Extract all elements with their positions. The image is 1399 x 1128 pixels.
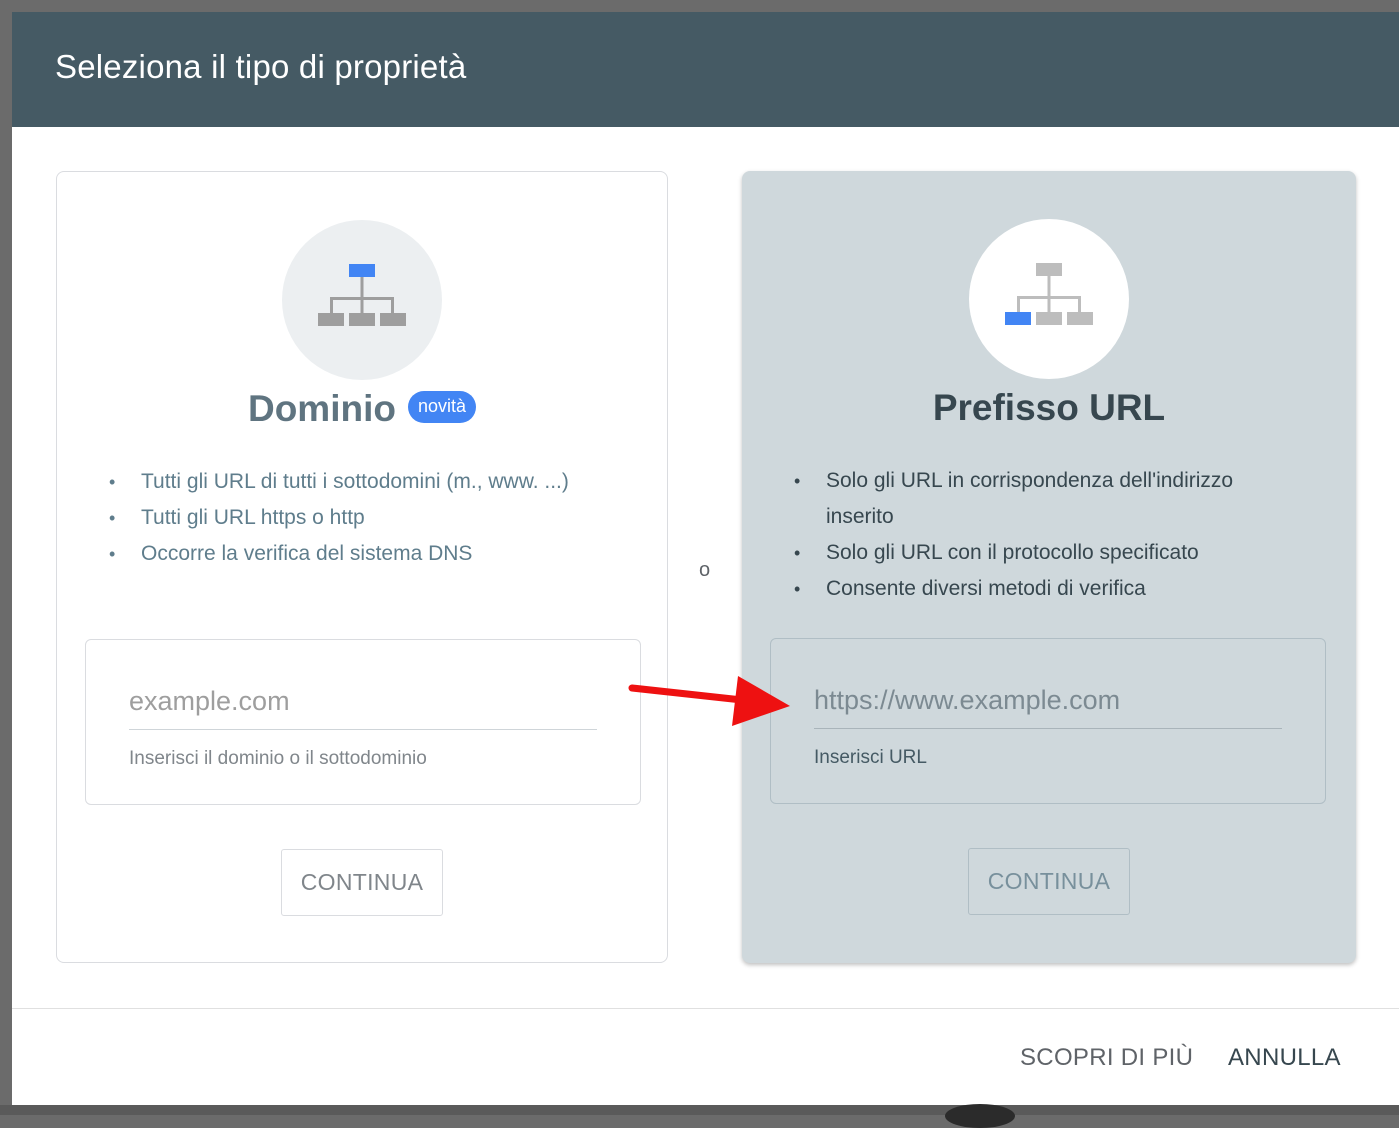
- bullet-icon: •: [794, 471, 801, 491]
- domain-title: Dominio: [247, 388, 396, 429]
- dialog-title: Seleziona il tipo di proprietà: [55, 48, 467, 85]
- partial-circle-icon: [945, 1104, 1015, 1128]
- learn-more-button[interactable]: SCOPRI DI PIÙ: [1008, 1032, 1205, 1084]
- or-separator: o: [699, 559, 711, 581]
- list-item: • Occorre la verifica del sistema DNS: [109, 536, 619, 572]
- domain-icon-circle: [282, 220, 442, 380]
- bullet-icon: •: [109, 508, 116, 528]
- sitemap-icon: [318, 264, 406, 326]
- url-input-box: Inserisci URL: [770, 638, 1326, 804]
- list-item: • Consente diversi metodi di verifica: [794, 571, 1304, 607]
- bullet-icon: •: [109, 472, 116, 492]
- dialog-header: Seleziona il tipo di proprietà: [12, 12, 1399, 127]
- footer-divider: [12, 1008, 1399, 1009]
- window-bottom-edge: [0, 1105, 1399, 1115]
- domain-input[interactable]: [129, 674, 597, 730]
- domain-title-row: Dominio novità: [57, 388, 667, 438]
- url-title-row: Prefisso URL: [742, 387, 1356, 437]
- bullet-icon: •: [109, 544, 116, 564]
- list-item: • Solo gli URL in corrispondenza dell'ind…: [794, 463, 1304, 535]
- list-item: • Tutti gli URL https o http: [109, 500, 619, 536]
- bullet-icon: •: [794, 543, 801, 563]
- sitemap-icon: [1005, 263, 1093, 325]
- url-icon-circle: [969, 219, 1129, 379]
- domain-option-card[interactable]: Dominio novità • Tutti gli URL di tutti i …: [56, 171, 668, 963]
- property-type-dialog: Seleziona il tipo di proprietà Dominio no…: [12, 12, 1399, 1105]
- bullet-icon: •: [794, 579, 801, 599]
- url-feature-list: • Solo gli URL in corrispondenza dell'ind…: [794, 463, 1304, 607]
- domain-feature-list: • Tutti gli URL di tutti i sottodomini (m…: [109, 464, 619, 572]
- cancel-button[interactable]: ANNULLA: [1216, 1032, 1353, 1084]
- url-prefix-input[interactable]: [814, 673, 1282, 729]
- domain-input-hint: Inserisci il dominio o il sottodominio: [129, 748, 427, 769]
- list-item: • Solo gli URL con il protocollo specific…: [794, 535, 1304, 571]
- url-prefix-title: Prefisso URL: [932, 387, 1166, 428]
- list-item: • Tutti gli URL di tutti i sottodomini (m…: [109, 464, 619, 500]
- domain-continue-button[interactable]: CONTINUA: [281, 849, 443, 916]
- new-badge: novità: [407, 391, 477, 423]
- url-input-hint: Inserisci URL: [814, 747, 927, 768]
- domain-input-box: Inserisci il dominio o il sottodominio: [85, 639, 641, 805]
- url-prefix-option-card[interactable]: Prefisso URL • Solo gli URL in corrispond…: [742, 171, 1356, 963]
- url-continue-button[interactable]: CONTINUA: [968, 848, 1130, 915]
